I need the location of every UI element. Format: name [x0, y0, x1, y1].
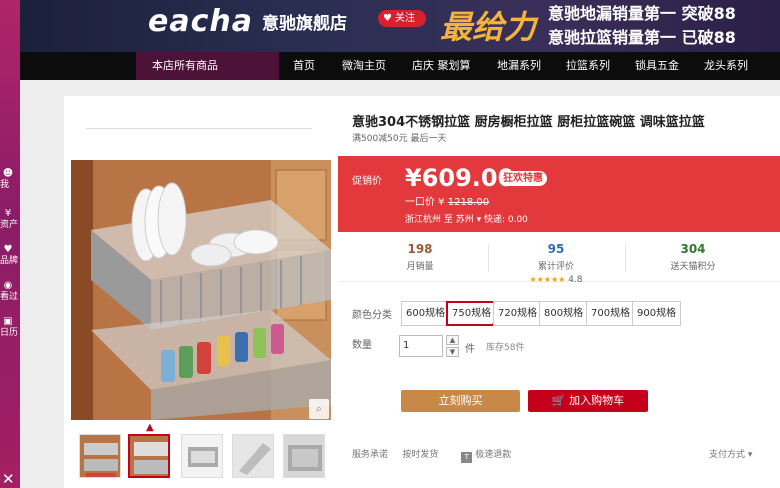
monthly-sales-count: 198 — [407, 242, 433, 256]
thumb-image — [284, 435, 324, 477]
gallery-divider — [86, 128, 312, 129]
nav-item-baskets[interactable]: 拉篮系列 — [566, 52, 610, 80]
stat-reviews[interactable]: 95 累计评价 ★★★★★ 4.8 — [496, 242, 616, 285]
store-banner: eacha 意驰旗舰店 ♥ 关注 最给力 意驰地漏销量第一 突破88 意驰拉篮销量… — [0, 0, 780, 52]
thumbnail-4[interactable] — [232, 434, 274, 478]
service-promise-row: 服务承诺 按时发货 T 极速退款 — [352, 447, 511, 463]
promo-badge: 狂欢特惠 — [499, 171, 547, 186]
thumb-image — [80, 435, 120, 477]
payment-methods[interactable]: 支付方式 ▾ — [709, 447, 752, 460]
quantity-input[interactable]: 1 — [399, 335, 443, 357]
thumb-image — [233, 435, 273, 477]
thumb-up-arrow-icon[interactable]: ▲ — [146, 422, 154, 433]
rail-label: 我 — [0, 180, 10, 190]
brand-logo[interactable]: eacha — [148, 4, 253, 39]
quantity-unit: 件 — [465, 344, 475, 355]
nav-item-weitao[interactable]: 微淘主页 — [342, 52, 386, 80]
stat-points: 304 送天猫积分 — [633, 242, 753, 272]
slogan-line-1: 意驰地漏销量第一 突破88 — [548, 4, 736, 23]
product-title: 意驰304不锈钢拉篮 厨房橱柜拉篮 厨柜拉篮碗篮 调味篮拉篮 — [352, 115, 705, 130]
buy-now-button[interactable]: 立刻购买 — [401, 390, 520, 412]
tmall-badge-icon: T — [461, 452, 473, 463]
original-price-value: 1218.00 — [447, 197, 490, 208]
stock-count: 库存58件 — [486, 343, 525, 353]
rail-label: 资产 — [0, 220, 19, 230]
store-name[interactable]: 意驰旗舰店 — [262, 9, 347, 34]
review-count: 95 — [547, 242, 565, 256]
nav-item-faucets[interactable]: 龙头系列 — [704, 52, 748, 80]
option-750[interactable]: 750规格 — [446, 301, 498, 326]
quantity-label: 数量 — [352, 340, 372, 351]
stat-divider — [625, 244, 626, 272]
slogan-line-2: 意驰拉篮销量第一 已破88 — [548, 28, 736, 47]
cart-icon: 🛒 — [551, 394, 566, 407]
option-800[interactable]: 800规格 — [539, 301, 589, 326]
price-label: 促销价 — [352, 176, 382, 187]
nav-all-products[interactable]: 本店所有商品 — [136, 52, 279, 80]
follow-button[interactable]: ♥ 关注 — [378, 10, 426, 27]
star-rating-icon: ★★★★★ — [529, 275, 566, 284]
quantity-increase-button[interactable]: ▲ — [446, 335, 459, 345]
rail-item-brands[interactable]: ♥ 品牌 — [0, 244, 20, 267]
option-600[interactable]: 600规格 — [401, 301, 451, 326]
eye-icon: ◉ — [3, 280, 13, 291]
price-box: 促销价 ¥609.00 狂欢特惠 一口价 ¥ 1218.00 浙江杭州 至 苏州… — [338, 156, 780, 232]
rail-label: 看过 — [0, 292, 19, 302]
follow-label: 关注 — [394, 13, 415, 24]
promo-price: ¥609.00 — [405, 164, 515, 192]
service-label: 服务承诺 — [352, 450, 389, 460]
nav-item-home[interactable]: 首页 — [293, 52, 315, 80]
rail-label: 品牌 — [0, 256, 19, 266]
thumbnail-2[interactable] — [128, 434, 170, 478]
review-label: 累计评价 — [537, 262, 574, 272]
rail-item-viewed[interactable]: ◉ 看过 — [0, 280, 20, 303]
heart-icon: ♥ — [3, 244, 13, 255]
nav-item-locks[interactable]: 锁具五金 — [635, 52, 679, 80]
thumbnail-3[interactable] — [181, 434, 223, 478]
quantity-decrease-button[interactable]: ▼ — [446, 347, 459, 357]
side-rail: ☻ 我 ¥ 资产 ♥ 品牌 ◉ 看过 ▣ 日历 ✕ — [0, 0, 20, 488]
thumb-image — [130, 436, 168, 476]
slogan-big: 最给力 — [440, 8, 537, 46]
sales-stats: 198 月销量 95 累计评价 ★★★★★ 4.8 304 送天猫积分 — [338, 232, 780, 285]
stat-divider — [488, 244, 489, 272]
original-price: 一口价 ¥ 1218.00 — [405, 193, 489, 208]
close-icon[interactable]: ✕ — [2, 470, 15, 488]
basket-illustration — [71, 160, 331, 420]
option-700[interactable]: 700规格 — [586, 301, 636, 326]
add-to-cart-button[interactable]: 🛒 加入购物车 — [528, 390, 648, 412]
thumb-image — [182, 435, 222, 477]
service-fast-refund[interactable]: 极速退款 — [475, 450, 511, 460]
user-icon: ☻ — [2, 168, 14, 179]
store-nav: 本店所有商品 首页 微淘主页 店庆 聚划算 地漏系列 拉篮系列 锁具五金 龙头系… — [20, 52, 780, 80]
stat-monthly-sales: 198 月销量 — [360, 242, 480, 272]
calendar-icon: ▣ — [3, 316, 13, 327]
rating-row: ★★★★★ 4.8 — [496, 275, 616, 285]
nav-item-drains[interactable]: 地漏系列 — [497, 52, 541, 80]
heart-icon: ♥ — [383, 13, 392, 24]
monthly-sales-label: 月销量 — [406, 262, 434, 272]
option-720[interactable]: 720规格 — [493, 301, 543, 326]
product-subtitle: 满500减50元 最后一天 — [352, 134, 447, 144]
thumbnail-5[interactable] — [283, 434, 325, 478]
option-label: 颜色分类 — [352, 310, 392, 321]
nav-item-anniversary[interactable]: 店庆 聚划算 — [412, 52, 471, 80]
zoom-icon[interactable]: ⌕ — [309, 399, 329, 419]
thumbnail-1[interactable] — [79, 434, 121, 478]
shipping-info[interactable]: 浙江杭州 至 苏州 ▾ 快递: 0.00 — [405, 212, 528, 225]
points-label: 送天猫积分 — [670, 262, 716, 272]
rail-item-calendar[interactable]: ▣ 日历 — [0, 316, 20, 339]
points-count: 304 — [680, 242, 706, 256]
option-900[interactable]: 900规格 — [632, 301, 682, 326]
rating-value: 4.8 — [568, 275, 583, 285]
original-price-label: 一口价 ¥ — [405, 197, 445, 208]
product-main-image[interactable] — [71, 160, 331, 420]
rail-item-assets[interactable]: ¥ 资产 — [0, 208, 20, 231]
service-ontime[interactable]: 按时发货 — [402, 450, 438, 460]
rail-label: 日历 — [0, 328, 19, 338]
yen-icon: ¥ — [4, 208, 12, 219]
rail-item-me[interactable]: ☻ 我 — [0, 168, 20, 191]
add-to-cart-label: 加入购物车 — [569, 394, 625, 407]
